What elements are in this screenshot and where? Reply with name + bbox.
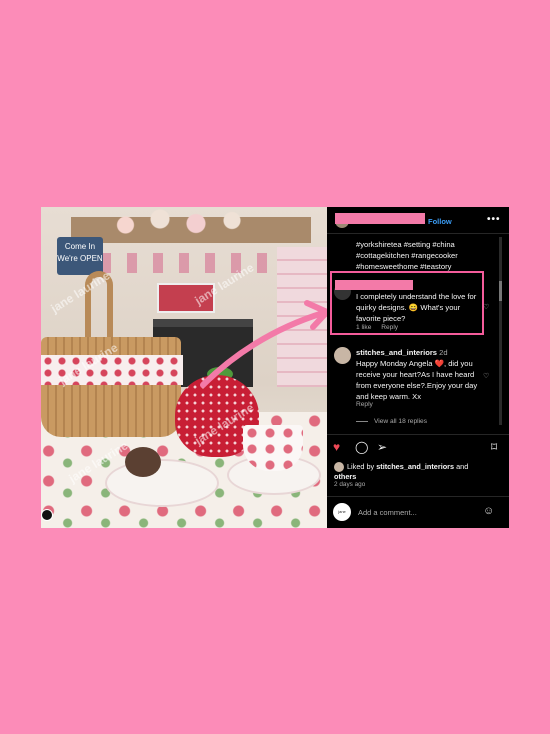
post-header: Follow ••• xyxy=(327,207,509,234)
reply-avatar[interactable] xyxy=(334,347,351,364)
redacted-username xyxy=(335,213,425,224)
reply-age: 2d xyxy=(439,348,448,357)
reply-username[interactable]: stitches_and_interiors xyxy=(356,348,437,357)
post-timestamp: 2 days ago xyxy=(334,481,366,488)
comments-panel: Follow ••• #yorkshiretea #setting #china… xyxy=(327,207,509,528)
add-comment-input[interactable]: Add a comment... xyxy=(358,508,417,517)
pointer-arrow-icon xyxy=(200,300,330,388)
caption-hashtags: #yorkshiretea #setting #china #cottageki… xyxy=(356,240,458,271)
action-bar: ♥ ◯ ➢ ⌑ xyxy=(333,440,503,456)
liked-by-others[interactable]: others xyxy=(334,472,356,481)
strawberry-teacup xyxy=(243,425,303,471)
like-reply-icon[interactable]: ♡ xyxy=(483,372,489,380)
carousel-dot-icon[interactable] xyxy=(41,509,53,521)
ellipsis-icon[interactable]: ••• xyxy=(487,214,501,225)
liked-by-user[interactable]: stitches_and_interiors xyxy=(376,462,454,471)
share-icon[interactable]: ➢ xyxy=(377,440,387,454)
own-avatar: jane laurine xyxy=(333,503,351,528)
view-replies-link[interactable]: View all 18 replies xyxy=(356,418,427,425)
plate-left xyxy=(105,459,219,507)
divider xyxy=(327,434,509,435)
reply-comment: stitches_and_interiors 2d Happy Monday A… xyxy=(356,347,482,402)
redacted-commenter xyxy=(335,280,413,290)
liked-by: Liked by stitches_and_interiors and othe… xyxy=(334,462,499,482)
reply-link[interactable]: Reply xyxy=(356,401,373,408)
reply-text: Happy Monday Angela ❤️, did you receive … xyxy=(356,359,478,401)
scrollbar-thumb[interactable] xyxy=(499,281,502,301)
divider xyxy=(327,496,509,497)
follow-button[interactable]: Follow xyxy=(428,217,452,226)
liker-avatar xyxy=(334,462,344,473)
reply-link[interactable]: Reply xyxy=(381,324,398,331)
comment-icon[interactable]: ◯ xyxy=(355,440,368,454)
heart-filled-icon[interactable]: ♥ xyxy=(333,440,340,454)
bookmark-icon[interactable]: ⌑ xyxy=(491,440,497,454)
comment-text: I completely understand the love for qui… xyxy=(356,292,477,323)
scrollbar[interactable] xyxy=(499,237,502,425)
comment-likes[interactable]: 1 like xyxy=(356,324,371,331)
instagram-post: Come In We're OPEN jane laurine jane lau… xyxy=(41,207,509,528)
chocolate-cake xyxy=(125,447,161,477)
liked-by-conj: and xyxy=(456,462,469,471)
smiley-icon[interactable]: ☺ xyxy=(483,505,494,517)
comment-meta: 1 like Reply xyxy=(356,324,406,331)
liked-by-prefix: Liked by xyxy=(347,462,375,471)
like-comment-icon[interactable]: ♡ xyxy=(483,303,490,311)
